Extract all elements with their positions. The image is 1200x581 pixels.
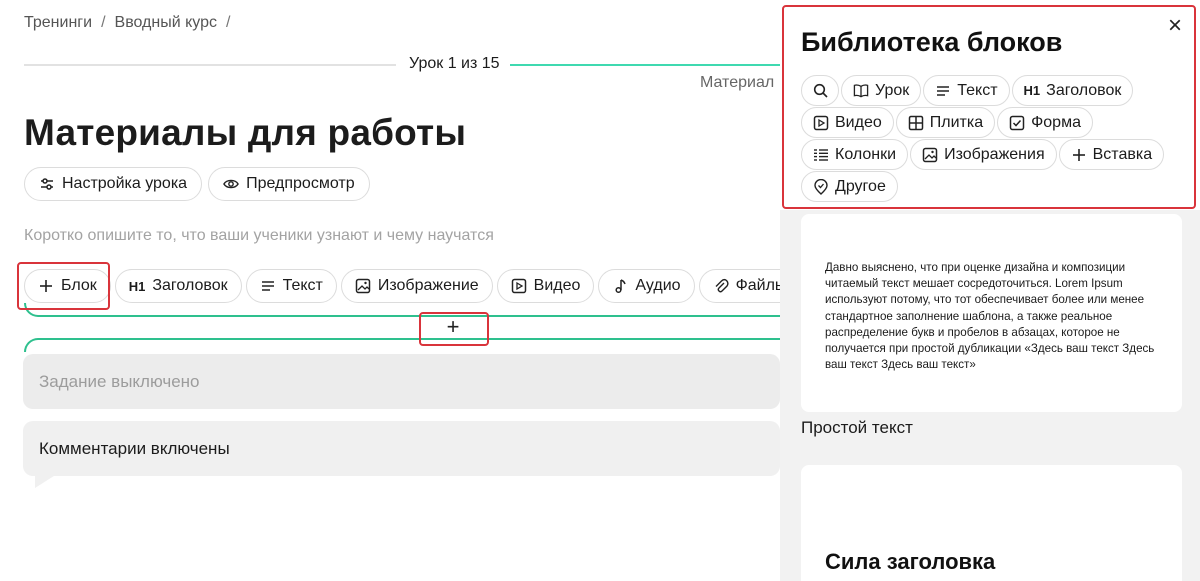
- lines-icon: [260, 278, 276, 294]
- add-heading-label: Заголовок: [152, 277, 228, 294]
- progress-line-left: [24, 64, 396, 66]
- comment-bubble-tail: [35, 474, 57, 488]
- add-image-button[interactable]: Изображение: [340, 269, 493, 303]
- lesson-editor: Тренинги / Вводный курс / Урок 1 из 15 М…: [0, 0, 1200, 581]
- h1-icon: H1: [1023, 83, 1041, 98]
- add-files-label: Файлы: [735, 277, 787, 294]
- lesson-progress-label: Урок 1 из 15: [409, 55, 500, 72]
- chip-tile-label: Плитка: [929, 113, 984, 131]
- columns-icon: [813, 147, 829, 163]
- add-block-label: Блок: [61, 277, 97, 294]
- grid-icon: [908, 115, 924, 131]
- pin-icon: [813, 178, 829, 195]
- block-category-chips: Урок Текст H1 Заголовок Видео Плитка Фор…: [801, 75, 1181, 202]
- play-icon: [813, 115, 829, 131]
- chip-lesson-label: Урок: [875, 81, 910, 99]
- add-video-button[interactable]: Видео: [496, 269, 595, 303]
- chip-heading[interactable]: H1 Заголовок: [1011, 75, 1134, 106]
- block-toolbar: Блок H1 Заголовок Текст Изображение Виде…: [24, 269, 801, 303]
- eye-icon: [223, 176, 239, 192]
- chip-columns-label: Колонки: [835, 145, 897, 163]
- block-divider-bottom: [24, 338, 780, 352]
- chip-video[interactable]: Видео: [801, 107, 894, 138]
- block-divider-top: [24, 303, 780, 317]
- chip-form[interactable]: Форма: [997, 107, 1093, 138]
- breadcrumb: Тренинги / Вводный курс /: [24, 14, 230, 32]
- add-audio-button[interactable]: Аудио: [598, 269, 695, 303]
- chip-video-label: Видео: [835, 113, 882, 131]
- lesson-description-input[interactable]: Коротко опишите то, что ваши ученики узн…: [24, 227, 494, 245]
- preview-button[interactable]: Предпросмотр: [208, 167, 370, 201]
- chip-tile[interactable]: Плитка: [895, 107, 996, 138]
- chip-embed[interactable]: Вставка: [1058, 139, 1165, 170]
- progress-line-right: [510, 64, 780, 66]
- plus-icon: [1071, 147, 1087, 163]
- chip-form-label: Форма: [1031, 113, 1081, 131]
- material-label: Материал: [700, 74, 775, 91]
- close-icon[interactable]: ×: [1163, 14, 1187, 38]
- library-search-button[interactable]: [801, 75, 839, 106]
- preview-label: Предпросмотр: [246, 175, 355, 192]
- book-icon: [853, 83, 869, 99]
- block-library-header: Библиотека блоков × Урок Текст H1 Заголо…: [780, 0, 1200, 210]
- breadcrumb-separator: /: [226, 14, 231, 31]
- lines-icon: [935, 83, 951, 99]
- add-audio-label: Аудио: [635, 277, 681, 294]
- chip-images-label: Изображения: [944, 145, 1045, 163]
- chip-text-label: Текст: [957, 81, 998, 99]
- task-status-label: Задание выключено: [39, 372, 200, 391]
- insert-block-button[interactable]: +: [440, 316, 466, 340]
- chip-embed-label: Вставка: [1092, 145, 1153, 163]
- paperclip-icon: [713, 278, 729, 294]
- template-card-heading[interactable]: Сила заголовка: [801, 465, 1182, 581]
- template-card-plain-text[interactable]: Давно выяснено, что при оценке дизайна и…: [801, 214, 1182, 412]
- chip-other[interactable]: Другое: [801, 171, 898, 202]
- template-caption: Простой текст: [801, 418, 913, 437]
- add-text-label: Текст: [282, 277, 323, 294]
- add-image-label: Изображение: [377, 277, 479, 294]
- add-video-label: Видео: [533, 277, 581, 294]
- breadcrumb-separator: /: [101, 14, 106, 31]
- chip-lesson[interactable]: Урок: [841, 75, 922, 106]
- block-library-panel: Библиотека блоков × Урок Текст H1 Заголо…: [780, 0, 1200, 581]
- chip-images[interactable]: Изображения: [910, 139, 1057, 170]
- image-icon: [355, 278, 371, 294]
- chip-heading-label: Заголовок: [1046, 81, 1122, 99]
- search-icon: [812, 83, 828, 99]
- page-title[interactable]: Материалы для работы: [24, 112, 466, 154]
- plus-icon: [38, 278, 54, 294]
- image-icon: [922, 147, 938, 163]
- breadcrumb-item-course[interactable]: Вводный курс: [115, 14, 218, 32]
- chip-columns[interactable]: Колонки: [801, 139, 909, 170]
- sliders-icon: [39, 176, 55, 192]
- task-toggle-box[interactable]: Задание выключено: [23, 354, 780, 409]
- breadcrumb-item-trainings[interactable]: Тренинги: [24, 14, 92, 32]
- h1-icon: H1: [128, 278, 146, 294]
- lesson-settings-bar: Настройка урока Предпросмотр: [24, 167, 370, 201]
- template-heading-preview: Сила заголовка: [825, 549, 996, 574]
- comments-status-label: Комментарии включены: [39, 439, 230, 458]
- chip-other-label: Другое: [835, 177, 886, 195]
- checkbox-icon: [1009, 115, 1025, 131]
- add-block-button[interactable]: Блок: [24, 269, 111, 303]
- lesson-settings-button[interactable]: Настройка урока: [24, 167, 203, 201]
- play-icon: [511, 278, 527, 294]
- chip-text[interactable]: Текст: [923, 75, 1010, 106]
- lesson-settings-label: Настройка урока: [62, 175, 188, 192]
- add-text-button[interactable]: Текст: [245, 269, 337, 303]
- add-heading-button[interactable]: H1 Заголовок: [114, 269, 242, 303]
- template-preview-text: Давно выяснено, что при оценке дизайна и…: [825, 261, 1155, 372]
- note-icon: [612, 278, 628, 294]
- block-library-title: Библиотека блоков: [801, 27, 1063, 57]
- comments-toggle-box[interactable]: Комментарии включены: [23, 421, 780, 476]
